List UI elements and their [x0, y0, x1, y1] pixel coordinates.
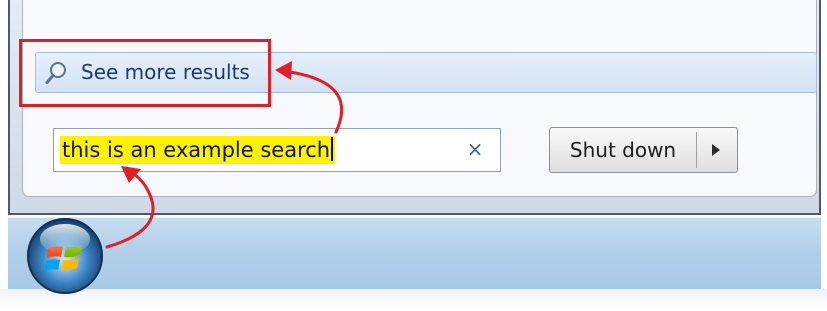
text-caret	[331, 137, 334, 161]
clear-search-icon[interactable]: ×	[464, 137, 486, 161]
shutdown-button-group: Shut down	[549, 127, 738, 173]
taskbar	[8, 217, 821, 290]
start-search-input[interactable]: this is an example search ×	[53, 128, 501, 172]
search-query-text: this is an example search	[60, 136, 336, 164]
shutdown-options-button[interactable]	[697, 128, 737, 172]
search-query-value: this is an example search	[62, 138, 331, 162]
screenshot-stage: See more results this is an example sear…	[0, 0, 827, 311]
windows-start-orb-icon[interactable]	[24, 215, 106, 297]
shutdown-button[interactable]: Shut down	[550, 128, 696, 172]
annotation-highlight-box	[19, 39, 271, 107]
triangle-right-icon	[712, 144, 720, 156]
taskbar-shadow	[0, 289, 827, 311]
